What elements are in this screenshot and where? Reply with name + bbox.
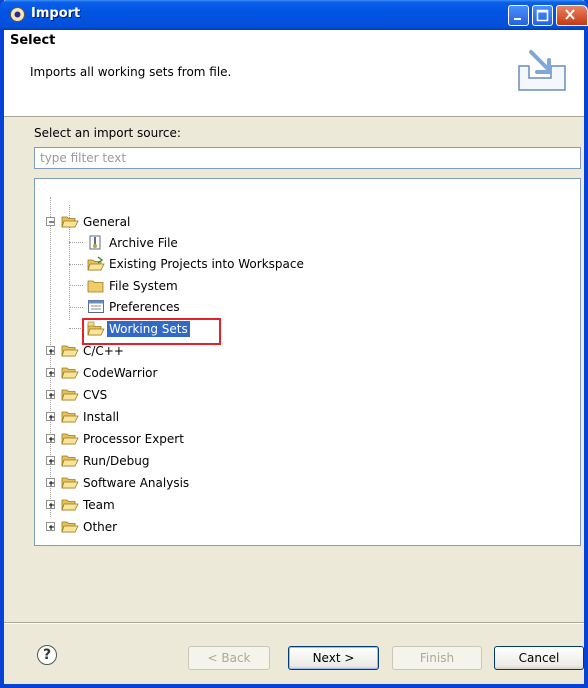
filter-input[interactable] bbox=[34, 147, 581, 169]
folder-open-icon bbox=[61, 389, 79, 401]
tree-item-label: Preferences bbox=[109, 300, 180, 314]
plus-icon bbox=[49, 415, 54, 420]
folder-open-icon bbox=[61, 521, 79, 533]
plus-icon bbox=[49, 349, 54, 354]
next-button[interactable]: Next > bbox=[288, 646, 379, 670]
plus-icon bbox=[49, 525, 54, 530]
tree-item-install[interactable]: Install bbox=[35, 408, 575, 427]
folder-icon bbox=[87, 280, 104, 293]
expand-toggle[interactable] bbox=[46, 368, 55, 377]
tree-item-label: CVS bbox=[83, 388, 108, 402]
plus-icon bbox=[49, 503, 54, 508]
close-button[interactable] bbox=[556, 5, 588, 26]
folder-open-icon bbox=[61, 477, 79, 489]
finish-button[interactable]: Finish bbox=[392, 646, 482, 670]
expand-toggle[interactable] bbox=[46, 478, 55, 487]
annotation-highlight-box bbox=[82, 318, 221, 345]
tree-item-label: Install bbox=[83, 410, 120, 424]
tree-item-label: File System bbox=[109, 279, 178, 293]
tree-item-general[interactable]: General bbox=[35, 213, 575, 232]
page-title: Select bbox=[10, 33, 56, 48]
tree-item-label: Archive File bbox=[109, 236, 178, 250]
import-banner-icon bbox=[518, 50, 566, 91]
expand-toggle[interactable] bbox=[46, 500, 55, 509]
close-icon bbox=[565, 9, 575, 20]
tree-item-label: Run/Debug bbox=[83, 454, 150, 468]
minimize-icon bbox=[514, 18, 521, 20]
help-button[interactable]: ? bbox=[37, 645, 57, 665]
preferences-icon bbox=[88, 300, 104, 313]
plus-icon bbox=[49, 459, 54, 464]
tree-item-file-system[interactable]: File System bbox=[35, 277, 575, 296]
folder-open-icon bbox=[61, 367, 79, 379]
tree-item-label: Team bbox=[83, 498, 115, 512]
expand-toggle[interactable] bbox=[46, 390, 55, 399]
cancel-button[interactable]: Cancel bbox=[494, 646, 584, 670]
tree-item-label: C/C++ bbox=[83, 344, 124, 358]
folder-open-icon bbox=[61, 499, 79, 511]
tree-item-label: General bbox=[83, 215, 131, 229]
folder-open-icon bbox=[61, 433, 79, 445]
page-description: Imports all working sets from file. bbox=[30, 65, 232, 79]
archive-file-icon bbox=[89, 235, 101, 250]
back-button[interactable]: < Back bbox=[188, 646, 270, 670]
tree-item-codewarrior[interactable]: CodeWarrior bbox=[35, 364, 575, 383]
tree-item-preferences[interactable]: Preferences bbox=[35, 298, 575, 317]
tree-item-label: Existing Projects into Workspace bbox=[109, 257, 304, 271]
tree-item-cvs[interactable]: CVS bbox=[35, 386, 575, 405]
wizard-header: Select Imports all working sets from fil… bbox=[4, 30, 584, 117]
folder-open-icon bbox=[61, 345, 79, 357]
maximize-button[interactable] bbox=[532, 5, 553, 26]
folder-open-icon bbox=[61, 411, 79, 423]
eclipse-import-icon bbox=[10, 7, 25, 22]
minimize-button[interactable] bbox=[508, 5, 529, 26]
title-bar[interactable]: Import bbox=[0, 0, 588, 30]
tree-item-software-analysis[interactable]: Software Analysis bbox=[35, 474, 575, 493]
tree-item-existing-projects[interactable]: Existing Projects into Workspace bbox=[35, 255, 575, 274]
expand-toggle[interactable] bbox=[46, 346, 55, 355]
expand-toggle[interactable] bbox=[46, 456, 55, 465]
window-title: Import bbox=[31, 6, 81, 21]
tree-item-run-debug[interactable]: Run/Debug bbox=[35, 452, 575, 471]
button-bar-separator bbox=[4, 622, 584, 624]
tree-item-label: Processor Expert bbox=[83, 432, 184, 446]
expand-toggle[interactable] bbox=[46, 434, 55, 443]
tree-item-archive-file[interactable]: Archive File bbox=[35, 234, 575, 253]
tree-item-label: Other bbox=[83, 520, 118, 534]
plus-icon bbox=[49, 371, 54, 376]
tree-item-processor-expert[interactable]: Processor Expert bbox=[35, 430, 575, 449]
folder-open-icon bbox=[61, 455, 79, 467]
tree-item-label: Software Analysis bbox=[83, 476, 190, 490]
plus-icon bbox=[49, 393, 54, 398]
plus-icon bbox=[49, 437, 54, 442]
collapse-toggle[interactable] bbox=[46, 217, 55, 226]
import-dialog: Import Select Imports all working sets f… bbox=[0, 0, 588, 688]
project-folder-icon bbox=[87, 256, 105, 271]
expand-toggle[interactable] bbox=[46, 412, 55, 421]
tree-item-label: CodeWarrior bbox=[83, 366, 158, 380]
tree-item-team[interactable]: Team bbox=[35, 496, 575, 515]
tree-item-other[interactable]: Other bbox=[35, 518, 575, 537]
import-source-label: Select an import source: bbox=[34, 126, 181, 140]
minus-icon bbox=[49, 221, 54, 223]
plus-icon bbox=[49, 481, 54, 486]
maximize-icon bbox=[536, 9, 549, 22]
import-source-tree[interactable]: General Archive File Existing Projects i… bbox=[34, 178, 581, 546]
folder-open-icon bbox=[61, 216, 79, 228]
expand-toggle[interactable] bbox=[46, 522, 55, 531]
